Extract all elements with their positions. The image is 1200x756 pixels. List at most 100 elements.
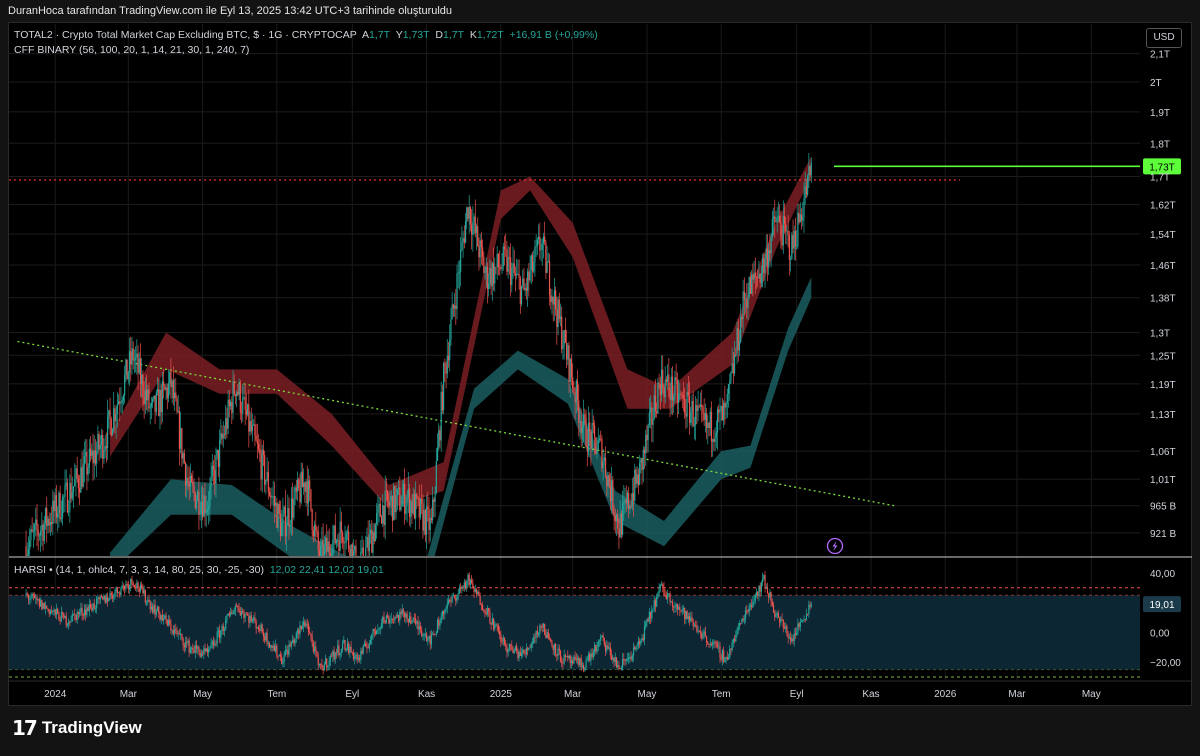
candle-body-329 (425, 506, 428, 535)
harsi-body-132 (186, 641, 188, 643)
harsi-body-591 (744, 610, 747, 619)
candle-body-535 (676, 380, 678, 403)
currency-button[interactable]: USD (1146, 28, 1182, 48)
harsi-body-244 (322, 667, 324, 671)
candle-body-125 (177, 411, 179, 413)
candle-body-532 (673, 396, 675, 401)
harsi-body-111 (160, 615, 162, 620)
harsi-body-522 (660, 584, 663, 586)
candle-body-619 (779, 215, 781, 223)
y-tick-label-8: 1,38T (1150, 294, 1176, 305)
harsi-body-523 (662, 584, 664, 588)
candle-body-560 (707, 422, 709, 428)
harsi-body-96 (142, 587, 144, 594)
candle-body-383 (491, 263, 493, 287)
candle-body-546 (690, 412, 692, 423)
candle-body-521 (659, 383, 661, 396)
candle-body-24 (54, 495, 56, 512)
harsi-body-119 (170, 623, 172, 631)
harsi-body-158 (217, 630, 219, 633)
candle-body-64 (103, 450, 105, 459)
candle-body-108 (156, 389, 159, 393)
harsi-body-87 (131, 579, 133, 583)
harsi-body-59 (97, 597, 99, 599)
harsi-body-212 (283, 654, 285, 663)
candle-body-621 (781, 235, 783, 246)
harsi-body-198 (266, 632, 268, 644)
candle-body-503 (637, 474, 640, 485)
candle-body-219 (292, 498, 294, 518)
harsi-body-349 (450, 600, 452, 602)
candle-body-427 (545, 242, 547, 273)
harsi-body-540 (682, 607, 685, 610)
candle-body-475 (603, 457, 605, 461)
harsi-body-66 (105, 597, 107, 603)
candle-body-342 (441, 391, 444, 411)
candle-body-181 (245, 409, 248, 415)
indicator-legend-harsi[interactable]: HARSI • (14, 1, ohlc4, 7, 3, 3, 14, 80, … (14, 564, 384, 576)
x-tick-label-13: Mar (1008, 689, 1026, 700)
harsi-body-467 (593, 644, 596, 653)
harsi-body-499 (632, 647, 635, 656)
harsi-body-440 (561, 661, 563, 664)
harsi-body-52 (88, 604, 90, 611)
harsi-body-635 (798, 623, 800, 628)
candle-body-550 (695, 405, 697, 425)
harsi-body-25 (55, 608, 58, 615)
harsi-body-645 (810, 604, 812, 607)
harsi-body-93 (138, 588, 140, 592)
harsi-body-238 (315, 646, 317, 651)
harsi-body-302 (393, 619, 395, 621)
candle-body-631 (793, 230, 795, 249)
harsi-body-62 (100, 596, 103, 598)
harsi-body-147 (204, 648, 206, 652)
candle-body-527 (667, 374, 669, 382)
harsi-body-432 (551, 642, 553, 646)
chart-svg[interactable]: 1,73T 2,1T 2T 1,9T 1,8T 1,7T 1,62T 1,54T 1,46T 1,… (0, 0, 1200, 756)
candle-body-16 (44, 508, 47, 524)
candle-body-448 (570, 359, 573, 378)
candle-body-283 (369, 529, 372, 535)
candle-body-72 (113, 408, 115, 430)
harsi-body-488 (619, 668, 621, 670)
tradingview-logo[interactable]: 17 TradingView (12, 716, 142, 740)
candle-body-310 (402, 483, 405, 497)
harsi-body-268 (351, 651, 353, 653)
candle-body-581 (732, 363, 734, 374)
harsi-body-526 (665, 595, 668, 599)
candle-body-497 (630, 506, 632, 507)
candle-body-614 (772, 216, 775, 219)
candle-body-287 (374, 524, 377, 542)
harsi-body-85 (128, 585, 131, 590)
candle-body-426 (544, 236, 546, 243)
harsi-body-406 (519, 651, 521, 656)
harsi-body-398 (509, 644, 512, 646)
candle-body-502 (636, 474, 638, 484)
harsi-body-69 (109, 592, 111, 600)
candle-body-313 (406, 497, 408, 506)
harsi-body-352 (453, 595, 456, 598)
harsi-body-125 (177, 633, 179, 635)
candle-body-411 (525, 287, 528, 291)
candle-body-351 (452, 304, 454, 309)
harsi-body-39 (72, 613, 75, 615)
indicator-legend-cff[interactable]: CFF BINARY (56, 100, 20, 1, 14, 21, 30, … (14, 44, 249, 56)
candle-body-476 (604, 457, 607, 477)
candle-body-207 (277, 503, 279, 528)
candle-body-360 (463, 238, 465, 243)
harsi-body-176 (239, 612, 241, 616)
harsi-body-407 (520, 652, 523, 656)
harsi-body-293 (382, 616, 384, 624)
candle-body-20 (49, 522, 51, 526)
candle-body-228 (303, 482, 305, 488)
candle-body-48 (83, 456, 86, 465)
harsi-body-336 (434, 634, 436, 635)
candle-body-242 (320, 545, 322, 556)
candle-body-424 (541, 243, 543, 250)
harsi-body-464 (590, 653, 592, 661)
harsi-body-579 (730, 648, 732, 651)
harsi-tick-label-0: 40,00 (1150, 569, 1175, 580)
harsi-body-546 (690, 617, 692, 621)
harsi-body-502 (636, 645, 638, 647)
candle-body-185 (250, 420, 252, 432)
